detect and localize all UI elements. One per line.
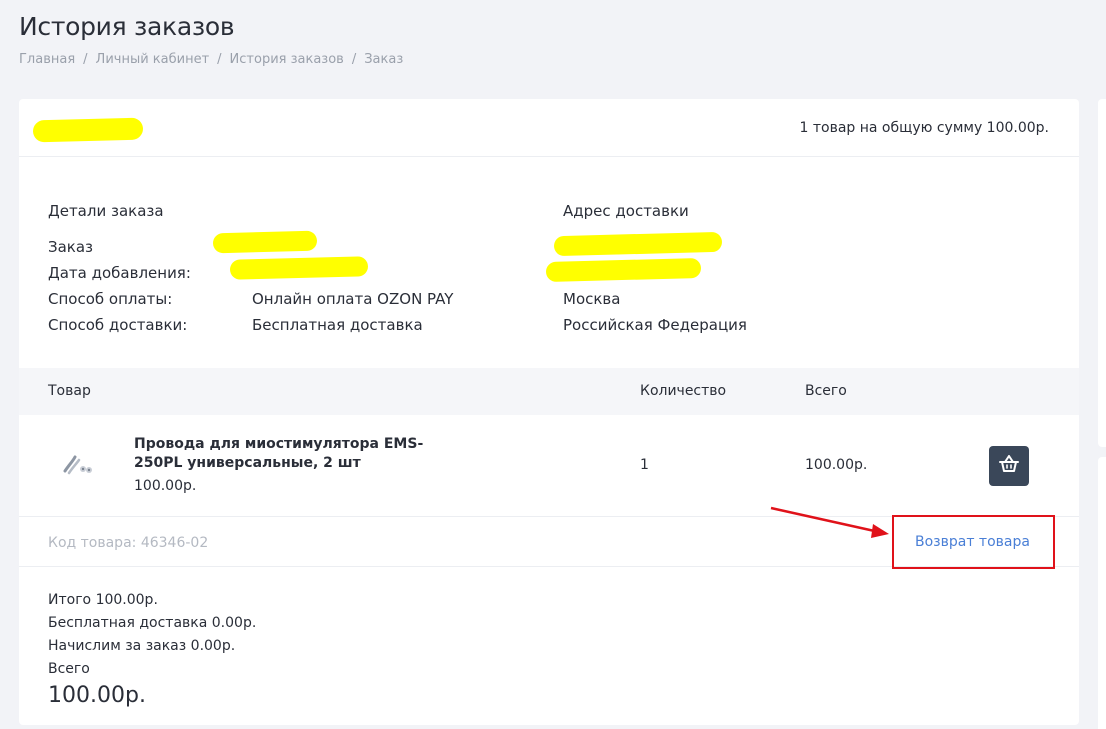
redaction-mark: [229, 256, 369, 280]
redaction-mark: [32, 117, 144, 143]
reorder-button[interactable]: [989, 446, 1029, 486]
product-quantity: 1: [640, 457, 649, 473]
breadcrumb-current: Заказ: [364, 52, 404, 67]
redaction-mark: [212, 230, 318, 254]
order-number-label: Заказ: [48, 238, 94, 256]
side-panel-edge: [1098, 457, 1106, 729]
column-header-quantity: Количество: [640, 383, 727, 399]
basket-icon: [999, 455, 1019, 477]
return-item-link[interactable]: Возврат товара: [915, 534, 1030, 550]
breadcrumb-home[interactable]: Главная: [19, 52, 75, 67]
grand-total: 100.00р.: [48, 683, 146, 708]
annotation-arrow-icon: [770, 506, 889, 538]
breadcrumb: Главная / Личный кабинет / История заказ…: [19, 52, 403, 67]
order-summary: 1 товар на общую сумму 100.00р.: [799, 120, 1050, 136]
product-thumbnail[interactable]: [59, 447, 99, 479]
breadcrumb-separator: /: [351, 52, 357, 67]
order-totals: Итого 100.00р. Бесплатная доставка 0.00р…: [48, 589, 256, 711]
total-label: Всего: [48, 661, 90, 677]
breadcrumb-order-history[interactable]: История заказов: [230, 52, 344, 67]
address-country: Российская Федерация: [563, 316, 747, 334]
column-header-product: Товар: [48, 383, 91, 399]
redaction-mark: [553, 231, 723, 257]
bonus-line: Начислим за заказ 0.00р.: [48, 638, 236, 654]
product-name[interactable]: Провода для миостимулятора EMS-250PL уни…: [134, 435, 434, 473]
order-card: 1 товар на общую сумму 100.00р. Детали з…: [19, 99, 1079, 725]
column-header-total: Всего: [805, 383, 847, 399]
table-row: Провода для миостимулятора EMS-250PL уни…: [19, 415, 1079, 517]
side-panel-edge: [1098, 99, 1106, 447]
address-city: Москва: [563, 290, 621, 308]
address-heading: Адрес доставки: [563, 202, 689, 220]
product-price: 100.00р.: [134, 478, 197, 494]
order-card-header: 1 товар на общую сумму 100.00р.: [19, 99, 1079, 157]
breadcrumb-account[interactable]: Личный кабинет: [96, 52, 210, 67]
table-header: Товар Количество Всего: [19, 368, 1079, 415]
details-heading: Детали заказа: [48, 202, 164, 220]
payment-method-value: Онлайн оплата OZON PAY: [252, 290, 454, 308]
delivery-line: Бесплатная доставка 0.00р.: [48, 615, 257, 631]
delivery-method-value: Бесплатная доставка: [252, 316, 423, 334]
page-title: История заказов: [19, 12, 235, 41]
redaction-mark: [545, 257, 702, 283]
product-total: 100.00р.: [805, 457, 868, 473]
delivery-method-label: Способ доставки:: [48, 316, 188, 334]
breadcrumb-separator: /: [83, 52, 88, 67]
date-added-label: Дата добавления:: [48, 264, 191, 282]
product-code: Код товара: 46346-02: [48, 535, 209, 551]
breadcrumb-separator: /: [217, 52, 222, 67]
subtotal-line: Итого 100.00р.: [48, 592, 158, 608]
payment-method-label: Способ оплаты:: [48, 290, 173, 308]
